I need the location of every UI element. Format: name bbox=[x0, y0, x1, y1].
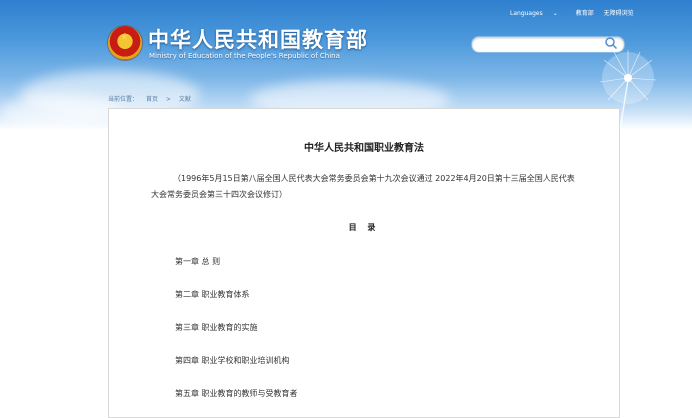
toc-chapter-item: 第五章 职业教育的教师与受教育者 bbox=[175, 389, 298, 398]
toc-chapter-item: 第四章 职业学校和职业培训机构 bbox=[175, 356, 290, 365]
chevron-down-icon: ⌄ bbox=[552, 10, 558, 17]
languages-label: Languages bbox=[510, 10, 543, 17]
breadcrumb: 当前位置： 首页 > 文献 bbox=[108, 94, 197, 103]
toc-chapter-item: 第一章 总 则 bbox=[175, 257, 221, 266]
document-title: 中华人民共和国职业教育法 bbox=[304, 143, 424, 154]
top-links: Languages ⌄ 教育部 无障碍浏览 bbox=[510, 8, 642, 17]
breadcrumb-separator: > bbox=[165, 96, 171, 103]
breadcrumb-label: 当前位置： bbox=[108, 96, 139, 103]
languages-link[interactable]: Languages ⌄ bbox=[510, 10, 566, 17]
main-content-panel: 中华人民共和国职业教育法 （1996年5月15日第八届全国人民代表大会常务委员会… bbox=[108, 108, 620, 418]
toc-chapter-item: 第二章 职业教育体系 bbox=[175, 290, 250, 299]
toc-title: 目 录 bbox=[348, 223, 380, 232]
breadcrumb-current-link[interactable]: 文献 bbox=[179, 96, 191, 103]
site-subtitle: Ministry of Education of the People's Re… bbox=[149, 52, 340, 60]
breadcrumb-home-link[interactable]: 首页 bbox=[146, 96, 158, 103]
cloud-decoration bbox=[0, 95, 120, 130]
toc-chapter-item: 第三章 职业教育的实施 bbox=[175, 323, 258, 332]
document-note: （1996年5月15日第八届全国人民代表大会常务委员会第十九次会议通过 2022… bbox=[151, 174, 575, 199]
top-link-2[interactable]: 教育部 bbox=[576, 10, 594, 17]
top-link-3[interactable]: 无障碍浏览 bbox=[604, 10, 634, 17]
site-title[interactable]: 中华人民共和国教育部 bbox=[148, 24, 368, 54]
emblem-star-icon: ★ bbox=[120, 32, 129, 43]
